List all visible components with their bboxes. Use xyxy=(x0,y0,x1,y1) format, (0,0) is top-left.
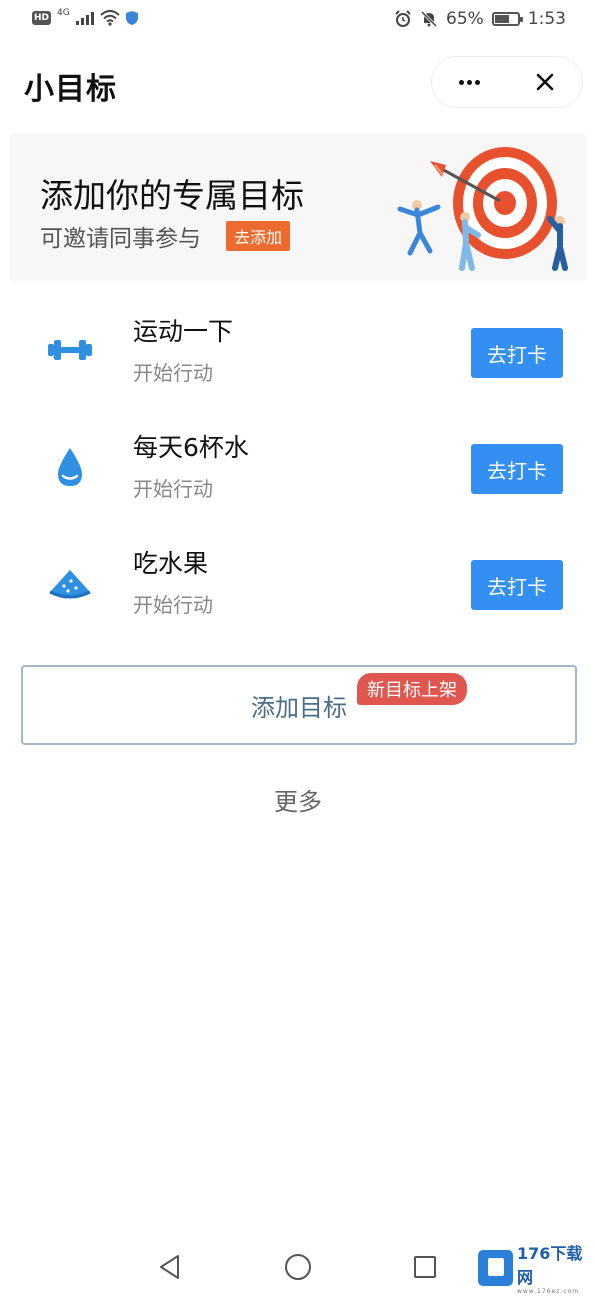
dumbbell-icon xyxy=(48,340,92,360)
status-right: 65% 1:53 xyxy=(394,9,566,29)
back-nav-icon[interactable] xyxy=(158,1254,182,1280)
battery-icon xyxy=(491,12,523,26)
mute-icon xyxy=(420,10,438,28)
new-goal-badge: 新目标上架 xyxy=(357,673,467,705)
status-bar: HD 4G 65% 1:53 xyxy=(0,0,596,40)
clock: 1:53 xyxy=(527,9,566,29)
close-icon xyxy=(536,73,553,91)
battery-percent: 65% xyxy=(446,9,484,29)
mini-program-capsule xyxy=(432,57,582,107)
alarm-icon xyxy=(395,10,411,27)
add-goal-button[interactable]: 添加目标 xyxy=(21,665,577,745)
check-in-button[interactable]: 去打卡 xyxy=(471,560,563,610)
banner-subtitle: 可邀请同事参与 xyxy=(40,226,201,252)
close-button[interactable] xyxy=(507,57,582,107)
go-add-button[interactable]: 去添加 xyxy=(226,221,291,251)
signal-icon xyxy=(75,11,94,25)
watermelon-icon xyxy=(49,570,91,599)
recent-apps-nav-icon[interactable] xyxy=(414,1256,436,1278)
add-goal-label: 添加目标 xyxy=(251,693,347,722)
goal-status: 开始行动 xyxy=(133,593,213,617)
home-nav-icon[interactable] xyxy=(285,1254,311,1280)
hd-badge: HD xyxy=(32,11,52,25)
goal-item: 吃水果 开始行动 去打卡 xyxy=(0,534,596,634)
check-in-button[interactable]: 去打卡 xyxy=(471,444,563,494)
check-in-button[interactable]: 去打卡 xyxy=(471,328,563,378)
page-title: 小目标 xyxy=(24,72,117,107)
shield-icon xyxy=(125,11,138,25)
water-drop-icon xyxy=(58,448,82,486)
goal-status: 开始行动 xyxy=(133,477,213,501)
more-dots-icon xyxy=(459,79,480,85)
goal-item: 每天6杯水 开始行动 去打卡 xyxy=(0,418,596,518)
watermark-sub: www.176ez.com xyxy=(516,1288,580,1295)
goal-status: 开始行动 xyxy=(133,361,213,385)
status-left: HD 4G xyxy=(32,8,138,26)
battery-fill xyxy=(494,15,509,23)
more-link[interactable]: 更多 xyxy=(0,782,596,817)
network-type: 4G xyxy=(57,8,70,18)
more-button[interactable] xyxy=(432,57,507,107)
goal-item: 运动一下 开始行动 去打卡 xyxy=(0,302,596,402)
watermark-logo: 176下载网 www.176ez.com xyxy=(478,1240,596,1295)
target-dart-illustration xyxy=(397,147,568,271)
watermark-box-icon xyxy=(478,1249,513,1286)
watermark-main: 176下载网 xyxy=(516,1244,583,1287)
goal-name: 吃水果 xyxy=(133,549,209,578)
add-goal-banner[interactable]: 添加你的专属目标 可邀请同事参与 去添加 xyxy=(10,133,586,281)
goal-name: 运动一下 xyxy=(133,317,234,346)
wifi-icon xyxy=(100,10,120,26)
goal-name: 每天6杯水 xyxy=(133,433,249,462)
banner-title: 添加你的专属目标 xyxy=(40,176,304,215)
